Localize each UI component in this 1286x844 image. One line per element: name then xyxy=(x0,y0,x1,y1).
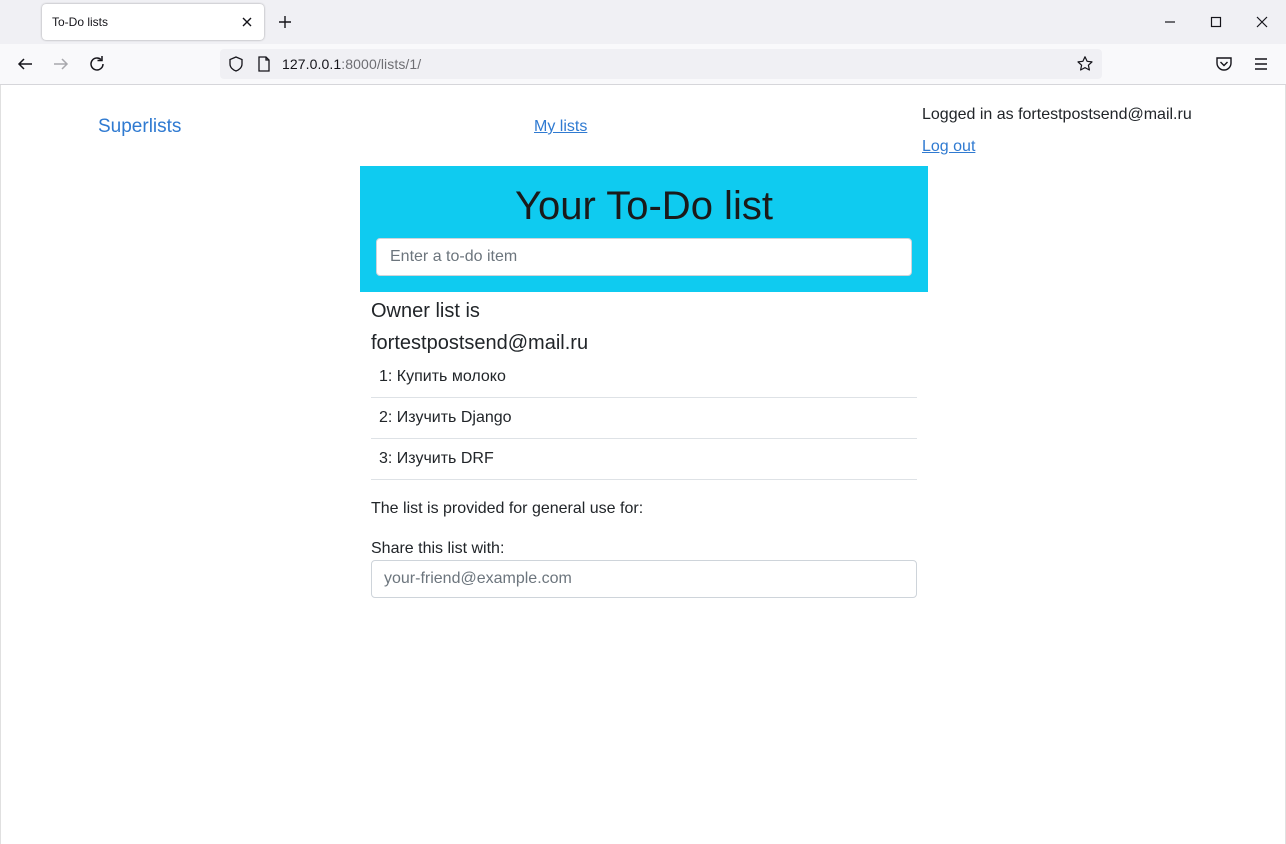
todo-items-table: 1: Купить молоко 2: Изучить Django 3: Из… xyxy=(371,357,917,480)
my-lists-link[interactable]: My lists xyxy=(534,118,587,136)
share-label: Share this list with: xyxy=(371,540,505,557)
star-icon[interactable] xyxy=(1076,55,1094,73)
page-icon[interactable] xyxy=(255,55,273,73)
url-path: :8000/lists/1/ xyxy=(341,56,422,72)
close-window-icon[interactable] xyxy=(1250,10,1274,34)
pocket-icon[interactable] xyxy=(1212,52,1236,76)
url-host: 127.0.0.1 xyxy=(282,56,342,72)
brand-link[interactable]: Superlists xyxy=(98,116,181,138)
close-icon[interactable] xyxy=(236,11,258,33)
owner-label: Owner list is xyxy=(371,300,480,322)
owner-info: Owner list is fortestpostsend@mail.ru xyxy=(371,295,891,359)
shield-icon[interactable] xyxy=(227,55,245,73)
plus-icon[interactable] xyxy=(274,11,296,33)
general-use-text: The list is provided for general use for… xyxy=(371,500,644,517)
url-bar[interactable]: 127.0.0.1:8000/lists/1/ xyxy=(220,49,1102,79)
new-item-input[interactable] xyxy=(376,238,912,276)
page-title: Your To-Do list xyxy=(515,184,773,228)
browser-navigation-bar: 127.0.0.1:8000/lists/1/ xyxy=(0,44,1286,85)
owner-email: fortestpostsend@mail.ru xyxy=(371,332,589,354)
minimize-icon[interactable] xyxy=(1158,10,1182,34)
share-email-input[interactable] xyxy=(371,560,917,598)
tab-title: To-Do lists xyxy=(52,15,109,29)
browser-tab-bar: To-Do lists xyxy=(0,0,1286,44)
maximize-icon[interactable] xyxy=(1204,10,1228,34)
log-out-link[interactable]: Log out xyxy=(922,138,975,156)
page-content: Superlists My lists Logged in as fortest… xyxy=(0,85,1286,844)
list-item: 2: Изучить Django xyxy=(371,398,917,439)
jumbotron: Your To-Do list xyxy=(360,166,928,292)
browser-tab[interactable]: To-Do lists xyxy=(42,4,264,40)
logged-in-text: Logged in as fortestpostsend@mail.ru xyxy=(922,106,1192,123)
url-text: 127.0.0.1:8000/lists/1/ xyxy=(282,56,421,72)
back-arrow-icon[interactable] xyxy=(13,52,37,76)
list-item: 1: Купить молоко xyxy=(371,357,917,398)
forward-arrow-icon[interactable] xyxy=(49,52,73,76)
reload-icon[interactable] xyxy=(85,52,109,76)
hamburger-menu-icon[interactable] xyxy=(1249,52,1273,76)
list-item: 3: Изучить DRF xyxy=(371,439,917,480)
